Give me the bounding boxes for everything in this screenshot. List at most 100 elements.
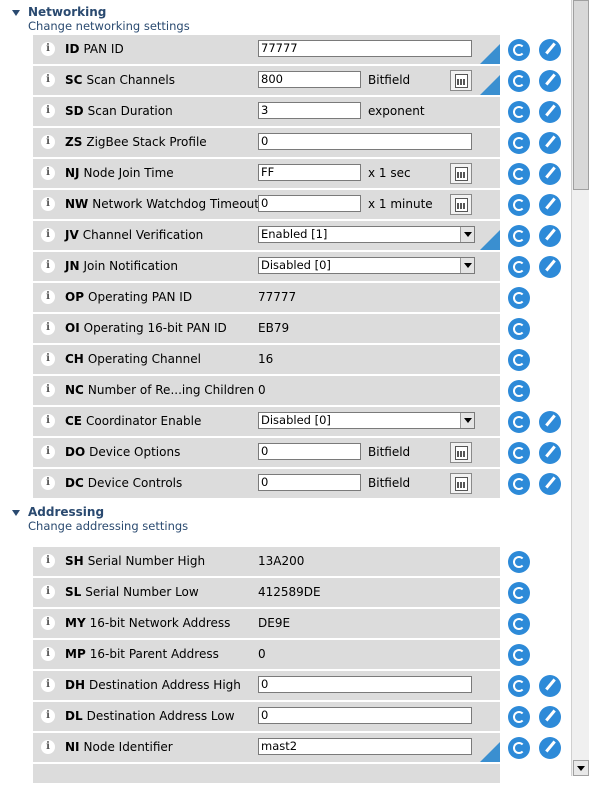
vertical-scrollbar[interactable] xyxy=(571,0,589,776)
setting-value-select[interactable]: Enabled [1] xyxy=(258,226,475,243)
refresh-icon[interactable] xyxy=(508,675,530,697)
refresh-icon[interactable] xyxy=(508,318,530,340)
info-icon[interactable]: i xyxy=(41,352,55,366)
info-icon[interactable]: i xyxy=(41,197,55,211)
chevron-down-icon[interactable] xyxy=(460,227,474,242)
info-icon[interactable]: i xyxy=(41,290,55,304)
setting-value-input[interactable]: 0 xyxy=(258,195,361,212)
info-icon[interactable]: i xyxy=(41,135,55,149)
setting-value-input[interactable]: 3 xyxy=(258,102,361,119)
refresh-icon[interactable] xyxy=(508,194,530,216)
info-icon[interactable]: i xyxy=(41,383,55,397)
setting-value-input[interactable]: 0 xyxy=(258,474,361,491)
refresh-icon[interactable] xyxy=(508,349,530,371)
refresh-icon[interactable] xyxy=(508,442,530,464)
info-icon[interactable]: i xyxy=(41,414,55,428)
refresh-icon[interactable] xyxy=(508,582,530,604)
setting-label: Node Join Time xyxy=(83,166,174,180)
setting-value-readonly: 0 xyxy=(258,647,266,661)
setting-row-jv: i JV Channel Verification Enabled [1] xyxy=(33,220,571,251)
section-header-networking[interactable]: Networking Change networking settings xyxy=(12,0,571,34)
write-icon[interactable] xyxy=(539,442,561,464)
collapse-triangle-icon[interactable] xyxy=(12,10,20,16)
info-icon[interactable]: i xyxy=(41,678,55,692)
setting-code: NC Number of Re...ing Children xyxy=(65,383,254,397)
info-icon[interactable]: i xyxy=(41,42,55,56)
calculator-icon[interactable] xyxy=(450,473,472,494)
setting-value-select[interactable]: Disabled [0] xyxy=(258,257,475,274)
write-icon[interactable] xyxy=(539,737,561,759)
setting-code: DL Destination Address Low xyxy=(65,709,235,723)
setting-value-input[interactable]: 0 xyxy=(258,133,472,150)
write-icon[interactable] xyxy=(539,675,561,697)
info-icon[interactable]: i xyxy=(41,476,55,490)
scrollbar-thumb[interactable] xyxy=(573,0,589,190)
refresh-icon[interactable] xyxy=(508,380,530,402)
refresh-icon[interactable] xyxy=(508,411,530,433)
chevron-down-icon[interactable] xyxy=(460,413,474,428)
write-icon[interactable] xyxy=(539,256,561,278)
refresh-icon[interactable] xyxy=(508,613,530,635)
refresh-icon[interactable] xyxy=(508,70,530,92)
setting-value-input[interactable]: 0 xyxy=(258,443,361,460)
setting-code: DH Destination Address High xyxy=(65,678,241,692)
refresh-icon[interactable] xyxy=(508,551,530,573)
refresh-icon[interactable] xyxy=(508,287,530,309)
info-icon[interactable]: i xyxy=(41,73,55,87)
setting-code-text: DC xyxy=(65,476,84,490)
refresh-icon[interactable] xyxy=(508,737,530,759)
info-icon[interactable]: i xyxy=(41,104,55,118)
info-icon[interactable]: i xyxy=(41,740,55,754)
refresh-icon[interactable] xyxy=(508,132,530,154)
calculator-icon[interactable] xyxy=(450,70,472,91)
refresh-icon[interactable] xyxy=(508,225,530,247)
setting-row-my: i MY 16-bit Network Address DE9E xyxy=(33,608,571,639)
chevron-down-icon[interactable] xyxy=(460,258,474,273)
info-icon[interactable]: i xyxy=(41,228,55,242)
calculator-icon[interactable] xyxy=(450,194,472,215)
write-icon[interactable] xyxy=(539,163,561,185)
write-icon[interactable] xyxy=(539,101,561,123)
refresh-icon[interactable] xyxy=(508,644,530,666)
write-icon[interactable] xyxy=(539,194,561,216)
info-icon[interactable]: i xyxy=(41,259,55,273)
setting-value-select[interactable]: Disabled [0] xyxy=(258,412,475,429)
write-icon[interactable] xyxy=(539,706,561,728)
collapse-triangle-icon[interactable] xyxy=(12,510,20,516)
setting-value-readonly: 77777 xyxy=(258,290,297,304)
write-icon[interactable] xyxy=(539,473,561,495)
calculator-icon[interactable] xyxy=(450,442,472,463)
write-icon[interactable] xyxy=(539,411,561,433)
write-icon[interactable] xyxy=(539,70,561,92)
refresh-icon[interactable] xyxy=(508,473,530,495)
write-icon[interactable] xyxy=(539,225,561,247)
info-icon[interactable]: i xyxy=(41,321,55,335)
setting-value-input[interactable]: 800 xyxy=(258,71,361,88)
refresh-icon[interactable] xyxy=(508,706,530,728)
info-icon[interactable]: i xyxy=(41,445,55,459)
setting-value-input[interactable]: 0 xyxy=(258,676,472,693)
setting-row-do: i DO Device Options 0 Bitfield xyxy=(33,437,571,468)
info-icon[interactable]: i xyxy=(41,647,55,661)
refresh-icon[interactable] xyxy=(508,101,530,123)
section-header-addressing[interactable]: Addressing Change addressing settings xyxy=(12,500,571,534)
write-icon[interactable] xyxy=(539,39,561,61)
setting-value-input[interactable]: 0 xyxy=(258,707,472,724)
modified-marker-icon xyxy=(480,44,500,64)
setting-row-op: i OP Operating PAN ID 77777 xyxy=(33,282,571,313)
setting-value-input[interactable]: 77777 xyxy=(258,40,472,57)
info-icon[interactable]: i xyxy=(41,585,55,599)
info-icon[interactable]: i xyxy=(41,166,55,180)
info-icon[interactable]: i xyxy=(41,616,55,630)
calculator-icon[interactable] xyxy=(450,163,472,184)
scroll-down-arrow-icon[interactable] xyxy=(573,760,589,776)
refresh-icon[interactable] xyxy=(508,163,530,185)
setting-value-readonly: 0 xyxy=(258,383,266,397)
setting-value-input[interactable]: mast2 xyxy=(258,738,472,755)
setting-value-input[interactable]: FF xyxy=(258,164,361,181)
refresh-icon[interactable] xyxy=(508,256,530,278)
info-icon[interactable]: i xyxy=(41,554,55,568)
refresh-icon[interactable] xyxy=(508,39,530,61)
info-icon[interactable]: i xyxy=(41,709,55,723)
write-icon[interactable] xyxy=(539,132,561,154)
